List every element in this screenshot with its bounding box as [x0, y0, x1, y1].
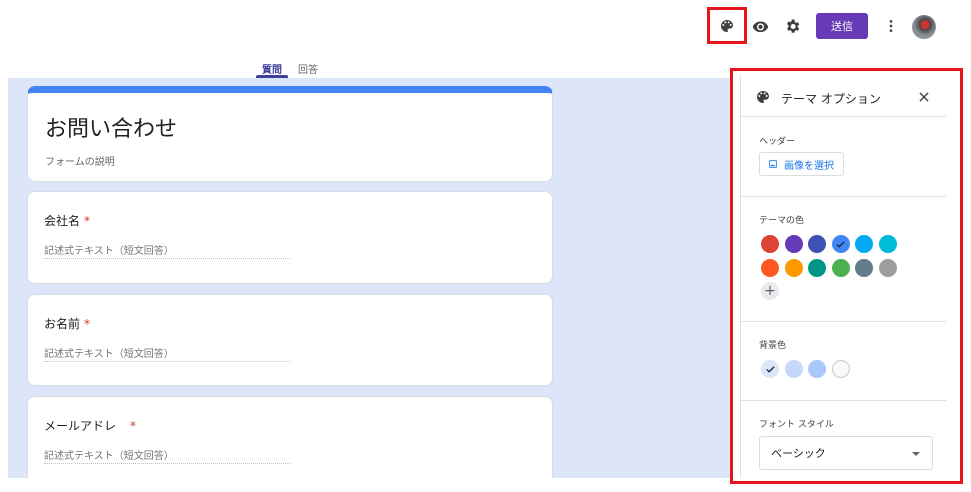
- required-mark: *: [84, 214, 91, 228]
- more-vert-icon[interactable]: [881, 16, 901, 36]
- send-button[interactable]: 送信: [816, 13, 868, 39]
- question-label: お名前 *: [44, 317, 91, 331]
- short-answer-placeholder: 記述式テキスト（短文回答）: [44, 345, 290, 362]
- tab-questions[interactable]: 質問: [262, 61, 282, 76]
- question-label: 会社名 *: [44, 214, 91, 228]
- question-label: メールアドレ *: [44, 419, 137, 433]
- form-title[interactable]: お問い合わせ: [45, 111, 177, 143]
- short-answer-placeholder: 記述式テキスト（短文回答）: [44, 447, 290, 464]
- form-description[interactable]: フォームの説明: [45, 153, 115, 168]
- required-mark: *: [84, 317, 91, 331]
- short-answer-placeholder: 記述式テキスト（短文回答）: [44, 242, 290, 259]
- eye-icon[interactable]: [750, 16, 770, 36]
- tab-responses[interactable]: 回答: [298, 61, 318, 76]
- question-card-company[interactable]: 会社名 * 記述式テキスト（短文回答）: [27, 191, 553, 284]
- question-card-name[interactable]: お名前 * 記述式テキスト（短文回答）: [27, 294, 553, 386]
- palette-icon[interactable]: [717, 16, 737, 36]
- settings-icon[interactable]: [782, 16, 802, 36]
- question-card-email[interactable]: メールアドレ * 記述式テキスト（短文回答）: [27, 396, 553, 478]
- form-title-card[interactable]: お問い合わせ フォームの説明: [27, 86, 553, 182]
- required-mark: *: [130, 419, 137, 433]
- avatar[interactable]: [912, 15, 936, 39]
- tab-bar: 質問 回答: [0, 52, 730, 78]
- form-canvas: お問い合わせ フォームの説明 会社名 * 記述式テキスト（短文回答） お名前 * 記…: [8, 78, 730, 478]
- panel-highlight-box: [730, 68, 963, 484]
- top-bar: 送信: [0, 0, 971, 52]
